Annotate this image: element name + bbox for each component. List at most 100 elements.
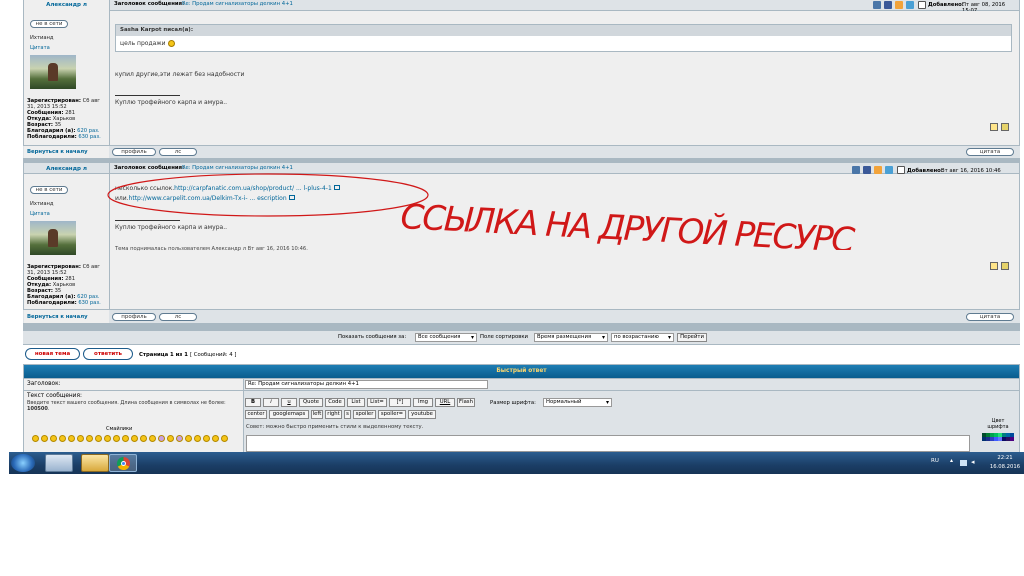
thanks-icon[interactable] [1001,262,1009,270]
author-name[interactable]: Александр л [24,2,109,8]
back-to-top-link[interactable]: Вернуться к началу [27,314,88,320]
thanks-icon[interactable] [1001,123,1009,131]
smiley-icon[interactable] [122,435,129,442]
smiley-icon[interactable] [32,435,39,442]
report-icon[interactable] [990,123,998,131]
smiley-icon[interactable] [149,435,156,442]
start-button[interactable] [11,454,35,472]
tray-arrow-icon[interactable]: ▴ [950,457,953,464]
smiley-icon[interactable] [41,435,48,442]
volume-icon[interactable]: ◂ [971,458,975,466]
new-topic-button[interactable]: новая тема [25,348,80,360]
thanks-value[interactable]: 630 раз. [78,134,100,140]
smiley-icon[interactable] [212,435,219,442]
folder-icon[interactable] [81,454,109,472]
user-details: Зарегистрирован: Сб авг 31, 2013 15:52 С… [27,98,107,140]
smiley-icon[interactable] [185,435,192,442]
pm-button[interactable]: лс [159,148,197,156]
smiley-icon[interactable] [176,435,183,442]
smiley-icon[interactable] [203,435,210,442]
smiley-icon[interactable] [95,435,102,442]
smiley-icon[interactable] [104,435,111,442]
quote-link[interactable]: Цитата [30,211,50,217]
bbcode-button[interactable]: center [245,410,267,419]
user-rank: Ихтианд [30,201,54,207]
quote-button[interactable]: цитата [966,313,1014,321]
bbcode-button[interactable]: Img [413,398,433,407]
annotation-ellipse [107,173,429,217]
smiley-icon[interactable] [86,435,93,442]
show-posts-select[interactable]: Все сообщения [415,333,477,342]
bbcode-button[interactable]: [*] [389,398,411,407]
odnoklassniki-share-icon[interactable] [895,1,903,9]
vk-share-icon[interactable] [873,1,881,9]
smiley-icon[interactable] [113,435,120,442]
facebook-share-icon[interactable] [884,1,892,9]
pm-button[interactable]: лс [159,313,197,321]
reply-button[interactable]: ответить [83,348,133,360]
odnoklassniki-share-icon[interactable] [874,166,882,174]
editor-tip: Совет: можно быстро применить стили к вы… [246,424,424,430]
post-subject-link[interactable]: Re: Продам сигнализаторы делкин 4+1 [182,1,293,7]
clock-date[interactable]: 16.08.2016 [988,464,1022,470]
bbcode-button[interactable]: right [325,410,342,419]
smiley-icon[interactable] [167,435,174,442]
twitter-share-icon[interactable] [885,166,893,174]
quote-link[interactable]: Цитата [30,45,50,51]
input-language[interactable]: RU [931,458,939,464]
bbcode-button[interactable]: u [281,398,297,407]
bbcode-button[interactable]: Code [325,398,345,407]
online-status-button[interactable]: не в сети [30,186,68,194]
go-button[interactable]: Перейти [677,333,707,342]
network-icon[interactable] [960,460,967,466]
bbcode-button[interactable]: List= [367,398,387,407]
quote-block: Sasha Karpot писал(а): цель продажи [115,24,1012,52]
font-color-palette[interactable] [982,433,1014,452]
sort-order-select[interactable]: по возрастанию [611,333,674,342]
color-swatch[interactable] [1010,437,1014,441]
thanks-value[interactable]: 630 раз. [78,300,100,306]
post-document-icon [897,166,905,174]
qr-subject-input[interactable]: Re: Продам сигнализаторы делкин 4+1 [245,380,488,389]
profile-button[interactable]: профиль [112,148,156,156]
report-icon[interactable] [990,262,998,270]
online-status-button[interactable]: не в сети [30,20,68,28]
bbcode-button[interactable]: URL [435,398,455,407]
smiley-icon[interactable] [131,435,138,442]
smiley-icon[interactable] [194,435,201,442]
bbcode-button[interactable]: i [263,398,279,407]
clock-time[interactable]: 22:21 [992,455,1018,461]
smiley-icon[interactable] [77,435,84,442]
bbcode-button[interactable]: s [344,410,351,419]
author-cell: Александр л не в сети Ихтианд Цитата Зар… [24,0,109,145]
font-size-select[interactable]: Нормальный [543,398,612,407]
twitter-share-icon[interactable] [906,1,914,9]
bbcode-button[interactable]: left [311,410,323,419]
back-to-top-link[interactable]: Вернуться к началу [27,149,88,155]
author-name[interactable]: Александр л [24,166,109,172]
message-textarea[interactable] [246,435,970,452]
smiley-icon[interactable] [59,435,66,442]
chrome-icon[interactable] [109,454,137,472]
bbcode-toolbar-row-2: center googlemaps left right s spoiler spoiler… [245,410,545,420]
sort-field-select[interactable]: Время размещения [534,333,608,342]
facebook-share-icon[interactable] [863,166,871,174]
smiley-icon[interactable] [221,435,228,442]
author-header: Александр л [24,163,109,173]
post-1: Александр л не в сети Ихтианд Цитата Зар… [23,0,1020,160]
profile-button[interactable]: профиль [112,313,156,321]
smiley-icon[interactable] [158,435,165,442]
bbcode-button[interactable]: googlemaps [269,410,309,419]
bbcode-button[interactable]: List [347,398,365,407]
bbcode-button[interactable]: spoiler= [378,410,406,419]
smiley-icon[interactable] [140,435,147,442]
bbcode-button[interactable]: youtube [408,410,436,419]
smiley-icon[interactable] [68,435,75,442]
bbcode-button[interactable]: B [245,398,261,407]
bbcode-button[interactable]: Flash [457,398,475,407]
smiley-icon[interactable] [50,435,57,442]
quote-button[interactable]: цитата [966,148,1014,156]
windows-explorer-icon[interactable] [45,454,73,472]
bbcode-button[interactable]: Quote [299,398,323,407]
bbcode-button[interactable]: spoiler [353,410,376,419]
